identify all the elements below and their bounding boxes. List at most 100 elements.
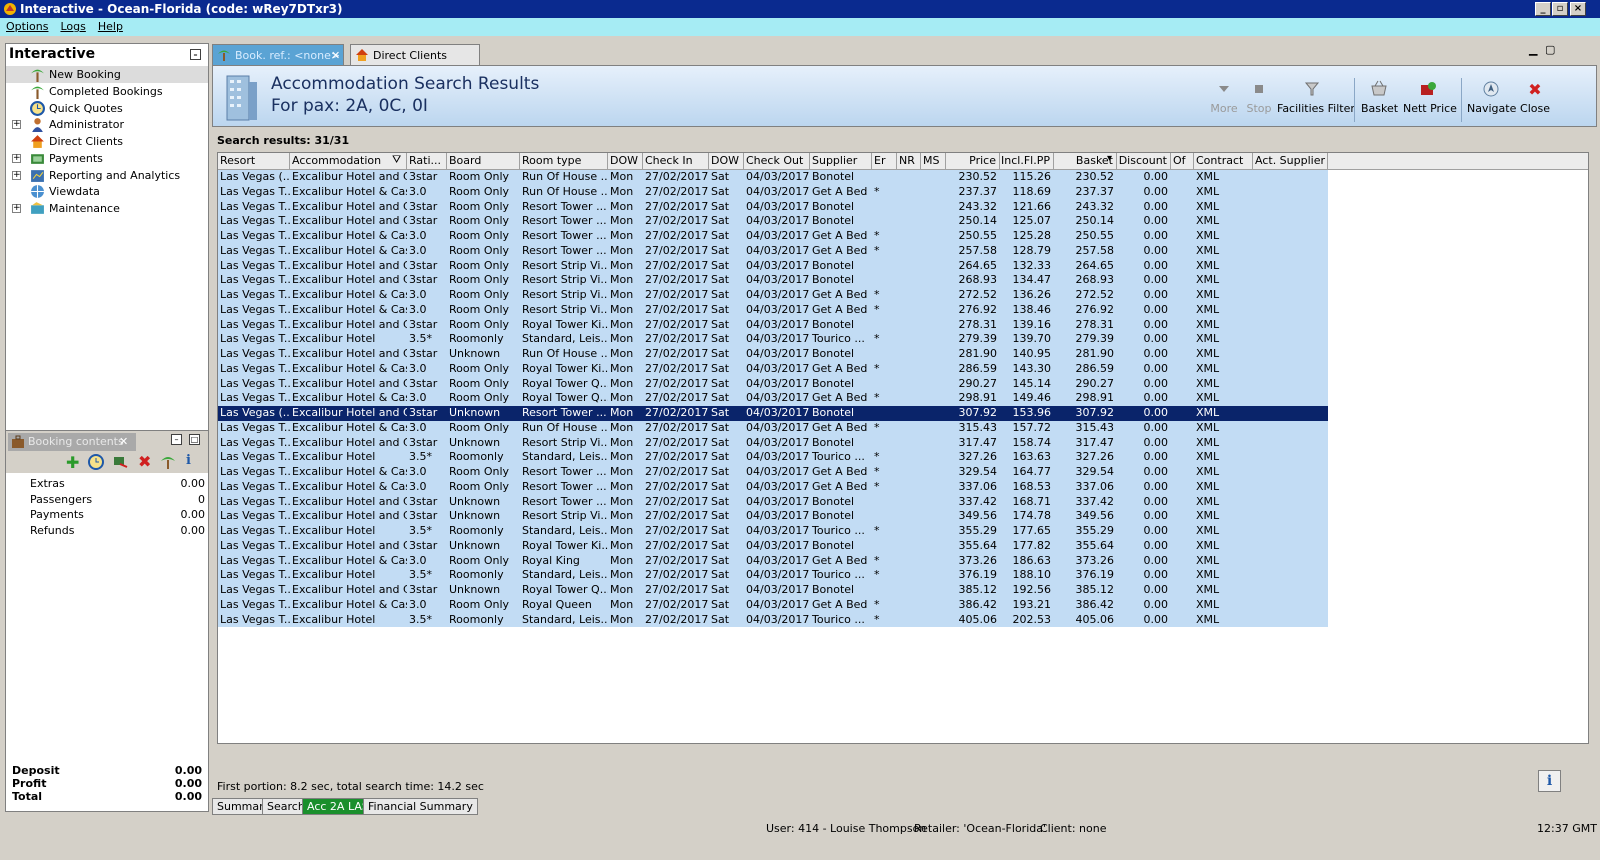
table-row[interactable]: Las Vegas T...Excalibur Hotel and C...3s…	[218, 258, 1588, 274]
column-header[interactable]: MS	[921, 153, 946, 170]
column-header[interactable]: Supplier	[810, 153, 872, 170]
column-header[interactable]: Contract	[1194, 153, 1253, 170]
nav-item[interactable]: Direct Clients	[6, 133, 208, 150]
palm-tree-icon[interactable]	[160, 454, 176, 470]
table-row[interactable]: Las Vegas T...Excalibur Hotel and C...3s…	[218, 583, 1588, 598]
booking-contents-tab[interactable]: Booking contents ✕	[8, 433, 136, 451]
table-row[interactable]: Las Vegas T...Excalibur Hotel & Cas...3.…	[218, 302, 1588, 318]
column-header[interactable]: Discount	[1117, 153, 1171, 170]
add-icon[interactable]: ✚	[66, 453, 79, 472]
close-button[interactable]: ✖ Close	[1519, 80, 1551, 120]
column-header[interactable]: Board	[447, 153, 520, 170]
table-row[interactable]: Las Vegas T...Excalibur Hotel & Cas...3.…	[218, 243, 1588, 259]
expand-icon[interactable]: +	[12, 204, 21, 213]
expand-icon[interactable]: +	[12, 153, 21, 163]
minimize-window-button[interactable]: _	[1535, 2, 1551, 16]
table-row[interactable]: Las Vegas T...Excalibur Hotel & Cas...3.…	[218, 288, 1588, 303]
table-row[interactable]: Las Vegas T...Excalibur Hotel & Cas...3.…	[218, 361, 1588, 377]
table-row[interactable]: Las Vegas (...Excalibur Hotel and C...3s…	[218, 170, 1588, 185]
tab-direct-clients-search[interactable]: Direct Clients Search	[350, 44, 480, 83]
info-icon[interactable]: i	[186, 453, 191, 468]
table-row[interactable]: Las Vegas T...Excalibur Hotel & Cas...3.…	[218, 597, 1588, 613]
table-row[interactable]: Las Vegas T...Excalibur Hotel and C...3s…	[218, 509, 1588, 524]
delete-icon[interactable]: ✖	[138, 452, 151, 471]
expand-icon[interactable]: +	[12, 120, 21, 130]
nav-minimize-button[interactable]: –	[190, 49, 201, 60]
more-button[interactable]: More	[1209, 80, 1239, 120]
table-row[interactable]: Las Vegas T...Excalibur Hotel & Cas...3.…	[218, 465, 1588, 480]
table-row[interactable]: Las Vegas T...Excalibur Hotel and C...3s…	[218, 538, 1588, 554]
column-header[interactable]: DOW	[608, 153, 643, 170]
table-row[interactable]: Las Vegas T... Excalibur Hotel 3.5* Roomonl…	[218, 524, 1588, 539]
nav-item[interactable]: + Maintenance	[6, 200, 208, 217]
expand-icon[interactable]: +	[12, 170, 21, 180]
column-header[interactable]: Check In	[643, 153, 709, 170]
menu-logs[interactable]: Logs	[60, 20, 85, 33]
table-cell	[921, 273, 946, 288]
table-row[interactable]: Las Vegas T...Excalibur Hotel and C...3s…	[218, 494, 1588, 510]
navigate-button[interactable]: Navigate	[1467, 80, 1516, 120]
nav-item[interactable]: + Reporting and Analytics	[6, 167, 208, 184]
nav-item[interactable]: Viewdata	[6, 183, 208, 200]
basket-button[interactable]: Basket	[1361, 80, 1398, 120]
column-header[interactable]: Check Out	[744, 153, 810, 170]
transfer-icon[interactable]	[112, 454, 128, 470]
column-header[interactable]: Resort	[218, 153, 290, 170]
column-header[interactable]: Of	[1171, 153, 1194, 170]
table-row[interactable]: Las Vegas (...Excalibur Hotel and C...3s…	[218, 406, 1588, 421]
table-row[interactable]: Las Vegas T...Excalibur Hotel and C...3s…	[218, 347, 1588, 362]
nav-item[interactable]: Completed Bookings	[6, 83, 208, 100]
menu-help[interactable]: Help	[98, 20, 123, 33]
close-tab-icon[interactable]: ✕	[331, 45, 340, 66]
table-row[interactable]: Las Vegas T...Excalibur Hotel and C...3s…	[218, 376, 1588, 392]
table-cell: Room Only	[447, 302, 520, 318]
table-row[interactable]: Las Vegas T...Excalibur Hotel & Cas...3.…	[218, 553, 1588, 569]
close-window-button[interactable]: ×	[1570, 2, 1586, 16]
table-row[interactable]: Las Vegas T...Excalibur Hotel & Cas...3.…	[218, 229, 1588, 244]
booking-minimize-button[interactable]: –	[171, 434, 182, 445]
column-header[interactable]: Price	[946, 153, 1000, 170]
table-row[interactable]: Las Vegas T... Excalibur Hotel 3.5* Roomonl…	[218, 568, 1588, 583]
info-button[interactable]: i	[1538, 770, 1561, 792]
maximize-window-button[interactable]: ▫	[1552, 2, 1568, 16]
table-row[interactable]: Las Vegas T...Excalibur Hotel & Cas...3.…	[218, 420, 1588, 436]
table-row[interactable]: Las Vegas T... Excalibur Hotel 3.5* Roomonl…	[218, 450, 1588, 465]
table-row[interactable]: Las Vegas T...Excalibur Hotel & Cas...3.…	[218, 184, 1588, 200]
booking-maximize-button[interactable]: □	[189, 434, 200, 445]
clock-icon[interactable]	[88, 454, 104, 470]
table-row[interactable]: Las Vegas T...Excalibur Hotel and C...3s…	[218, 435, 1588, 451]
close-icon[interactable]: ✕	[119, 433, 128, 451]
panel-minimize-button[interactable]: ▁	[1529, 43, 1537, 56]
table-row[interactable]: Las Vegas T... Excalibur Hotel 3.5* Roomonl…	[218, 332, 1588, 347]
column-header[interactable]: NR	[897, 153, 921, 170]
table-row[interactable]: Las Vegas T...Excalibur Hotel and C...3s…	[218, 273, 1588, 288]
facilities-filter-button[interactable]: Facilities Filter	[1277, 80, 1355, 120]
table-cell: Excalibur Hotel and C...	[290, 509, 407, 524]
nett-price-button[interactable]: Nett Price	[1403, 80, 1457, 120]
column-header[interactable]: Er	[872, 153, 897, 170]
panel-maximize-button[interactable]: ▢	[1545, 43, 1555, 56]
bottom-tab[interactable]: Financial Summary	[363, 798, 478, 815]
nav-item[interactable]: + Administrator	[6, 116, 208, 133]
table-cell: Bonotel	[810, 258, 872, 274]
column-header[interactable]: DOW	[709, 153, 744, 170]
table-row[interactable]: Las Vegas T... Excalibur Hotel 3.5* Roomonl…	[218, 612, 1588, 628]
table-row[interactable]: Las Vegas T...Excalibur Hotel & Cas...3.…	[218, 479, 1588, 495]
nav-item[interactable]: + Payments	[6, 150, 208, 167]
stop-button[interactable]: Stop	[1245, 80, 1273, 120]
nav-item[interactable]: Quick Quotes	[6, 100, 208, 117]
results-grid[interactable]: Resort Accommodation Rati... Board Room type…	[217, 152, 1589, 744]
column-filter-icon[interactable]: ⛛	[392, 153, 401, 167]
column-header[interactable]: Incl.Fl.PP	[1000, 153, 1054, 170]
menu-options[interactable]: Options	[6, 20, 48, 33]
column-header[interactable]: Rati...	[407, 153, 447, 170]
table-row[interactable]: Las Vegas T...Excalibur Hotel and C...3s…	[218, 214, 1588, 229]
table-row[interactable]: Las Vegas T...Excalibur Hotel and C...3s…	[218, 317, 1588, 333]
column-header[interactable]: Act. Supplier	[1253, 153, 1328, 170]
nav-item[interactable]: New Booking	[6, 66, 208, 83]
table-row[interactable]: Las Vegas T...Excalibur Hotel & Cas...3.…	[218, 391, 1588, 406]
table-row[interactable]: Las Vegas T...Excalibur Hotel and C...3s…	[218, 199, 1588, 215]
tab-booking-ref[interactable]: Book. ref.: <none> ✕	[212, 44, 344, 65]
column-header[interactable]: Room type	[520, 153, 608, 170]
column-header[interactable]: Accommodation	[290, 153, 407, 170]
